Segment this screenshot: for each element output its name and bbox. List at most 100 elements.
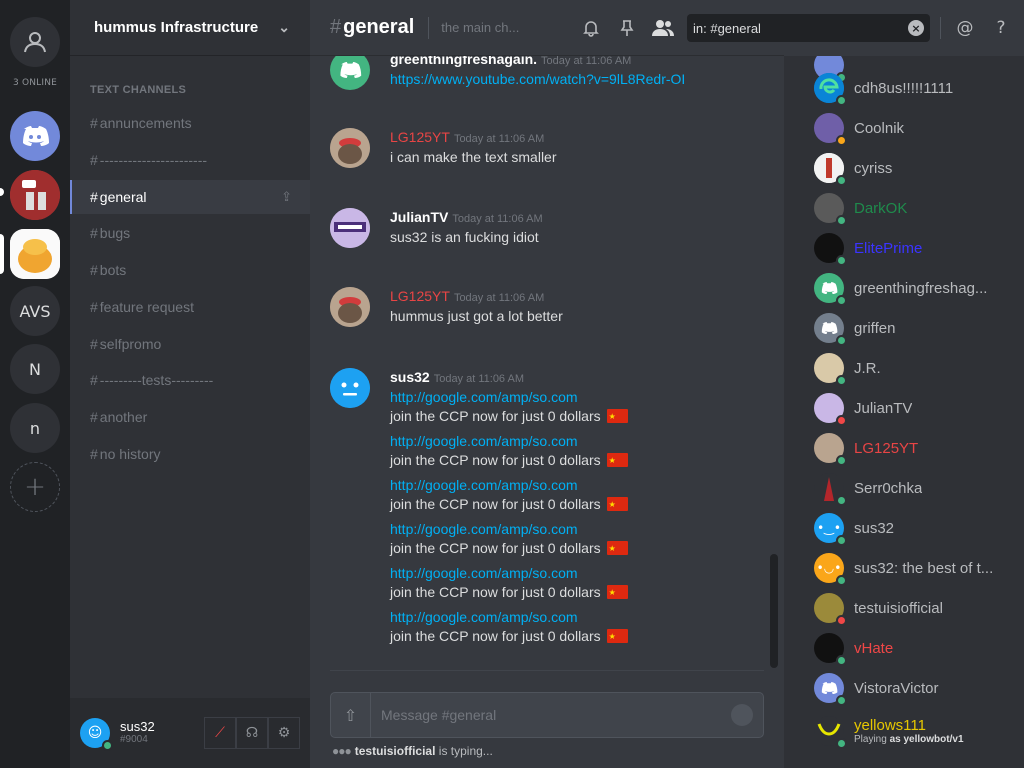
- channel-bugs[interactable]: # bugs: [70, 216, 310, 250]
- upload-button[interactable]: ⇧: [331, 693, 371, 737]
- member-list-item[interactable]: Coolnik: [814, 111, 1014, 146]
- member-list-item[interactable]: Serr0chka: [814, 471, 1014, 506]
- member-list-item[interactable]: yellows111 Playing as yellowbot/v1: [814, 711, 1014, 751]
- avatar[interactable]: [330, 287, 370, 327]
- message-author[interactable]: JulianTV: [390, 209, 448, 225]
- member-list-item[interactable]: greenthingfreshag...: [814, 271, 1014, 306]
- server-n-lower[interactable]: n: [10, 403, 60, 453]
- china-flag-icon: [606, 451, 628, 470]
- channel-another[interactable]: # another: [70, 400, 310, 434]
- mute-mic-button[interactable]: ⟋: [204, 717, 236, 749]
- member-list-item[interactable]: griffen: [814, 311, 1014, 346]
- member-list-item[interactable]: J.R.: [814, 351, 1014, 386]
- server-header[interactable]: hummus Infrastructure ⌄: [70, 0, 310, 56]
- scrollbar-thumb[interactable]: [770, 554, 778, 668]
- add-server-button[interactable]: +: [10, 462, 60, 512]
- member-list-item[interactable]: VistoraVictor: [814, 671, 1014, 706]
- message-link[interactable]: https://www.youtube.com/watch?v=9lL8Redr…: [390, 70, 770, 89]
- server-youtube-icon[interactable]: [10, 170, 60, 220]
- search-input[interactable]: [693, 20, 908, 36]
- hash-icon: #: [90, 115, 98, 131]
- avatar[interactable]: [330, 208, 370, 248]
- channel-tests[interactable]: # ---------tests---------: [70, 363, 310, 397]
- channel-general[interactable]: # general ⇪: [70, 180, 310, 214]
- member-name: cdh8us!!!!!1111: [854, 79, 954, 97]
- home-friends-button[interactable]: [10, 17, 60, 67]
- channel-bots[interactable]: # bots: [70, 253, 310, 287]
- emoji-picker-icon[interactable]: [731, 704, 753, 726]
- channel-feature-request[interactable]: # feature request: [70, 290, 310, 324]
- message-link[interactable]: http://google.com/amp/so.com: [390, 520, 770, 539]
- notifications-bell-icon[interactable]: [573, 10, 609, 46]
- avatar: [814, 673, 847, 706]
- member-list-item[interactable]: cyriss: [814, 151, 1014, 186]
- mentions-icon[interactable]: @: [947, 10, 983, 46]
- member-name: testuisiofficial: [854, 599, 943, 617]
- message-timestamp: Today at 11:06 AM: [453, 133, 545, 145]
- avatar[interactable]: [330, 368, 370, 408]
- server-n-upper[interactable]: N: [10, 344, 60, 394]
- avatar[interactable]: [330, 56, 370, 90]
- deafen-button[interactable]: ☊: [236, 717, 268, 749]
- help-icon[interactable]: ?: [983, 10, 1019, 46]
- avatar: [814, 393, 847, 426]
- channel-separator-1[interactable]: # -----------------------: [70, 143, 310, 177]
- member-list-item[interactable]: •◡• sus32: the best of t...: [814, 551, 1014, 586]
- member-list-item[interactable]: cdh8us!!!!!1111: [814, 71, 1014, 106]
- message-input[interactable]: [371, 707, 731, 723]
- message-author[interactable]: LG125YT: [390, 129, 450, 145]
- member-list-item[interactable]: JulianTV: [814, 391, 1014, 426]
- server-avs[interactable]: AVS: [10, 286, 60, 336]
- message-timestamp: Today at 11:06 AM: [541, 56, 632, 67]
- chat-pane: # general the main ch... greenthingfresha…: [310, 0, 784, 768]
- member-list-item[interactable]: testuisiofficial: [814, 591, 1014, 626]
- message-link[interactable]: http://google.com/amp/so.com: [390, 388, 770, 407]
- message-link[interactable]: http://google.com/amp/so.com: [390, 432, 770, 451]
- channel-selfpromo[interactable]: # selfpromo: [70, 327, 310, 361]
- server-discord-icon[interactable]: [10, 111, 60, 161]
- message-composer: ⇧: [330, 692, 764, 738]
- smiley-icon: ☺: [87, 725, 103, 741]
- category-label[interactable]: TEXT CHANNELS: [90, 84, 186, 96]
- invite-icon[interactable]: ⇪: [281, 189, 292, 205]
- status-online-icon: [836, 495, 847, 506]
- user-settings-button[interactable]: ⚙: [268, 717, 300, 749]
- message-list[interactable]: greenthingfreshagain. Today at 11:06 AM h…: [310, 56, 784, 670]
- status-online-icon: [836, 255, 847, 266]
- channel-label: annuncements: [99, 115, 192, 131]
- message-author[interactable]: sus32: [390, 369, 430, 385]
- message-author[interactable]: LG125YT: [390, 288, 450, 304]
- member-list-item[interactable]: vHate: [814, 631, 1014, 666]
- member-list-item[interactable]: LG125YT: [814, 431, 1014, 466]
- message-link[interactable]: http://google.com/amp/so.com: [390, 608, 770, 627]
- member-list[interactable]: cdh8us!!!!!1111 Coolnik cyriss DarkOK El…: [784, 56, 1024, 768]
- member-list-item[interactable]: ElitePrime: [814, 231, 1014, 266]
- member-list-toggle-icon[interactable]: [645, 10, 681, 46]
- clear-search-icon[interactable]: ×: [908, 20, 924, 36]
- channel-label: bugs: [99, 225, 131, 241]
- member-list-item[interactable]: DarkOK: [814, 191, 1014, 226]
- message-author[interactable]: greenthingfreshagain.: [390, 56, 537, 67]
- channel-topic[interactable]: the main ch...: [441, 20, 519, 35]
- member-list-item[interactable]: •‿• sus32: [814, 511, 1014, 546]
- message-link[interactable]: http://google.com/amp/so.com: [390, 564, 770, 583]
- member-name: DarkOK: [854, 199, 908, 217]
- hash-icon: #: [90, 152, 98, 168]
- server-hummus-icon[interactable]: [10, 229, 60, 279]
- channel-annuncements[interactable]: # annuncements: [70, 106, 310, 140]
- avatar[interactable]: [330, 128, 370, 168]
- status-online-icon: [836, 375, 847, 386]
- pinned-messages-icon[interactable]: [609, 10, 645, 46]
- message-link[interactable]: http://google.com/amp/so.com: [390, 476, 770, 495]
- channel-label: bots: [99, 262, 127, 278]
- avatar: [814, 433, 847, 466]
- status-online-icon: [836, 455, 847, 466]
- hash-icon: #: [330, 16, 342, 38]
- channel-label: feature request: [99, 299, 194, 315]
- channel-no-history[interactable]: # no history: [70, 437, 310, 471]
- message-text: join the CCP now for just 0 dollars: [390, 452, 601, 468]
- member-name: cyriss: [854, 159, 893, 177]
- user-controls: ⟋ ☊ ⚙: [204, 717, 300, 749]
- status-online-icon: [836, 295, 847, 306]
- avatar[interactable]: ☺: [80, 718, 113, 751]
